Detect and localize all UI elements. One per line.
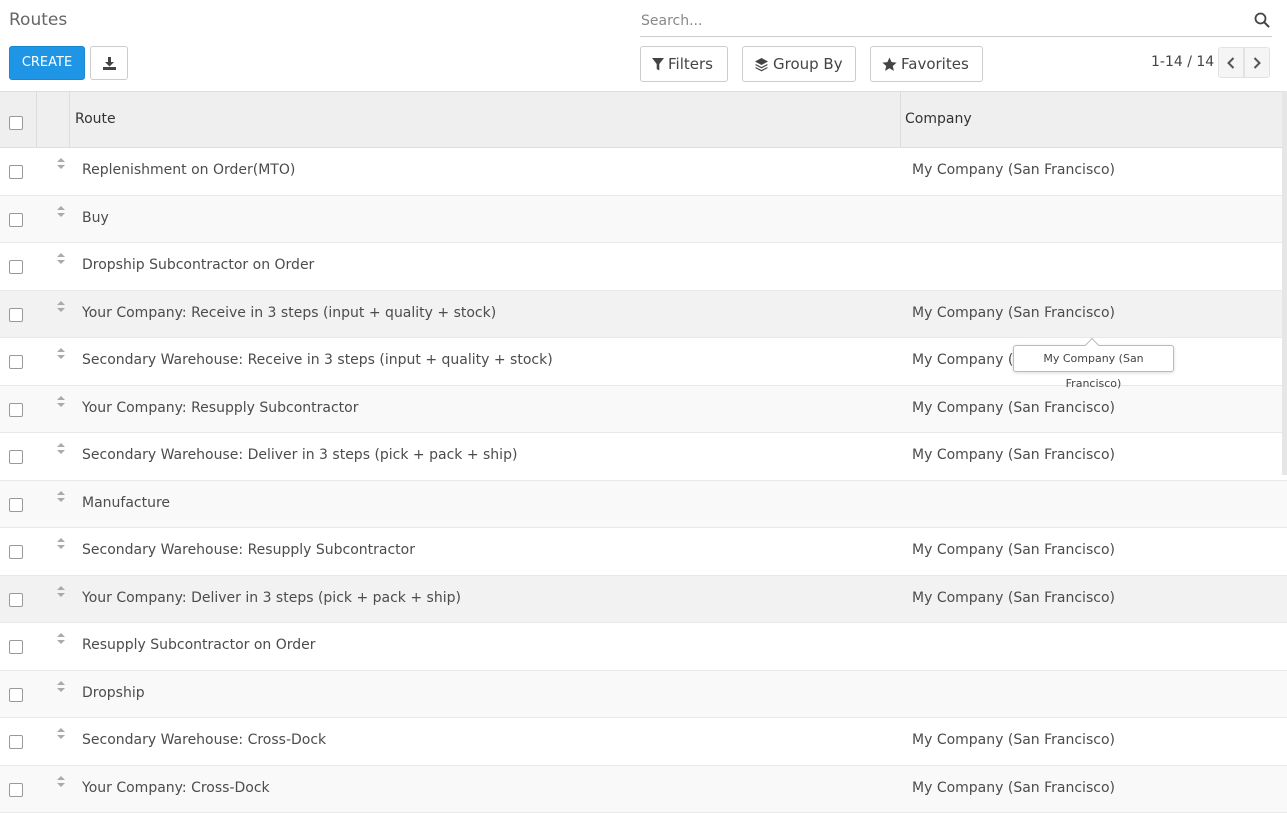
route-name-cell: Secondary Warehouse: Cross-Dock [82,732,327,748]
company-tooltip: My Company (San Francisco) [1013,337,1174,390]
drag-handle-icon[interactable] [56,395,66,409]
filters-label: Filters [668,55,713,73]
route-name-cell: Your Company: Deliver in 3 steps (pick +… [82,589,461,606]
drag-handle-icon[interactable] [56,632,66,646]
search-box [640,4,1272,37]
company-cell: My Company (San Francisco) [912,447,1115,463]
filters-button[interactable]: Filters [640,46,728,82]
row-checkbox[interactable] [9,402,23,417]
chevron-right-icon [1253,56,1261,69]
route-name-cell: Manufacture [82,494,171,511]
download-icon [103,57,116,70]
column-header-company[interactable]: Company [905,111,972,127]
chevron-left-icon [1227,56,1235,69]
routes-table: Route Company Replenishment on Order(MTO… [0,91,1287,813]
pager-next-button[interactable] [1244,47,1270,78]
drag-handle-icon[interactable] [56,347,66,361]
route-name-cell: Replenishment on Order(MTO) [82,162,296,178]
table-header: Route Company [0,91,1287,148]
table-row[interactable]: Dropship Subcontractor on Order [0,243,1287,291]
table-row[interactable]: Secondary Warehouse: Cross-Dock My Compan… [0,718,1287,766]
drag-handle-icon[interactable] [56,680,66,694]
table-row[interactable]: Secondary Warehouse: Resupply Subcontrac… [0,528,1287,576]
route-name-cell: Your Company: Resupply Subcontractor [82,399,359,416]
company-cell: My Company (San Francisco) [912,589,1115,606]
company-cell: My Company (San Francisco) [912,779,1115,796]
column-divider [900,92,901,148]
route-name-cell: Dropship [82,684,145,701]
company-cell: My Company (San Francisco) [912,162,1115,178]
company-cell: My Company (San Francisco) [912,304,1115,321]
drag-handle-icon[interactable] [56,775,66,789]
scrollbar[interactable] [1282,91,1287,475]
route-name-cell: Your Company: Cross-Dock [82,779,270,796]
drag-handle-icon[interactable] [56,537,66,551]
route-name-cell: Secondary Warehouse: Resupply Subcontrac… [82,542,415,558]
row-checkbox[interactable] [9,307,23,322]
drag-handle-icon[interactable] [56,490,66,504]
table-row[interactable]: Secondary Warehouse: Deliver in 3 steps … [0,433,1287,481]
drag-handle-icon[interactable] [56,205,66,219]
create-button[interactable]: CREATE [9,46,85,80]
row-checkbox[interactable] [9,355,23,369]
route-name-cell: Dropship Subcontractor on Order [82,257,315,273]
drag-handle-icon[interactable] [56,252,66,266]
route-name-cell: Resupply Subcontractor on Order [82,637,316,653]
page-title: Routes [9,10,68,30]
route-name-cell: Your Company: Receive in 3 steps (input … [82,304,497,321]
select-all-checkbox[interactable] [9,116,23,130]
download-button[interactable] [90,46,128,80]
row-checkbox[interactable] [9,260,23,274]
filter-icon [652,57,664,70]
favorites-label: Favorites [901,55,969,73]
favorites-button[interactable]: Favorites [870,46,983,82]
drag-handle-icon[interactable] [56,442,66,456]
drag-handle-icon[interactable] [56,727,66,741]
row-checkbox[interactable] [9,212,23,227]
row-checkbox[interactable] [9,687,23,702]
star-icon [882,57,897,71]
row-checkbox[interactable] [9,640,23,654]
row-checkbox[interactable] [9,592,23,607]
row-checkbox[interactable] [9,497,23,512]
row-checkbox[interactable] [9,782,23,797]
route-name-cell: Buy [82,209,109,226]
drag-handle-icon[interactable] [56,585,66,599]
column-header-route[interactable]: Route [75,111,116,127]
table-row[interactable]: Buy [0,195,1287,243]
company-cell: My Company (San Francisco) [912,732,1115,748]
column-divider [69,92,70,148]
route-name-cell: Secondary Warehouse: Receive in 3 steps … [82,352,553,368]
group-by-button[interactable]: Group By [742,46,856,82]
table-row[interactable]: Your Company: Receive in 3 steps (input … [0,290,1287,338]
pager-previous-button[interactable] [1218,47,1244,78]
table-row[interactable]: Replenishment on Order(MTO) My Company (S… [0,148,1287,196]
search-input[interactable] [641,10,1231,32]
row-checkbox[interactable] [9,165,23,179]
table-row[interactable]: Resupply Subcontractor on Order [0,623,1287,671]
drag-handle-icon[interactable] [56,157,66,171]
control-panel: Routes CREATE Filters Group By Favorit [0,0,1287,92]
drag-handle-icon[interactable] [56,300,66,314]
row-checkbox[interactable] [9,735,23,749]
company-cell: My Company (San Francisco) [912,399,1115,416]
search-icon[interactable] [1254,12,1270,28]
layers-icon [755,57,768,71]
column-divider [36,92,37,148]
route-name-cell: Secondary Warehouse: Deliver in 3 steps … [82,447,518,463]
table-row[interactable]: Manufacture [0,480,1287,528]
table-row[interactable]: Your Company: Deliver in 3 steps (pick +… [0,575,1287,623]
table-row[interactable]: Dropship [0,670,1287,718]
row-checkbox[interactable] [9,450,23,464]
row-checkbox[interactable] [9,545,23,559]
table-row[interactable]: Your Company: Cross-Dock My Company (San … [0,765,1287,813]
company-cell: My Company (San Francisco) [912,542,1115,558]
pager-value[interactable]: 1-14 / 14 [1151,54,1214,70]
group-by-label: Group By [773,55,843,73]
